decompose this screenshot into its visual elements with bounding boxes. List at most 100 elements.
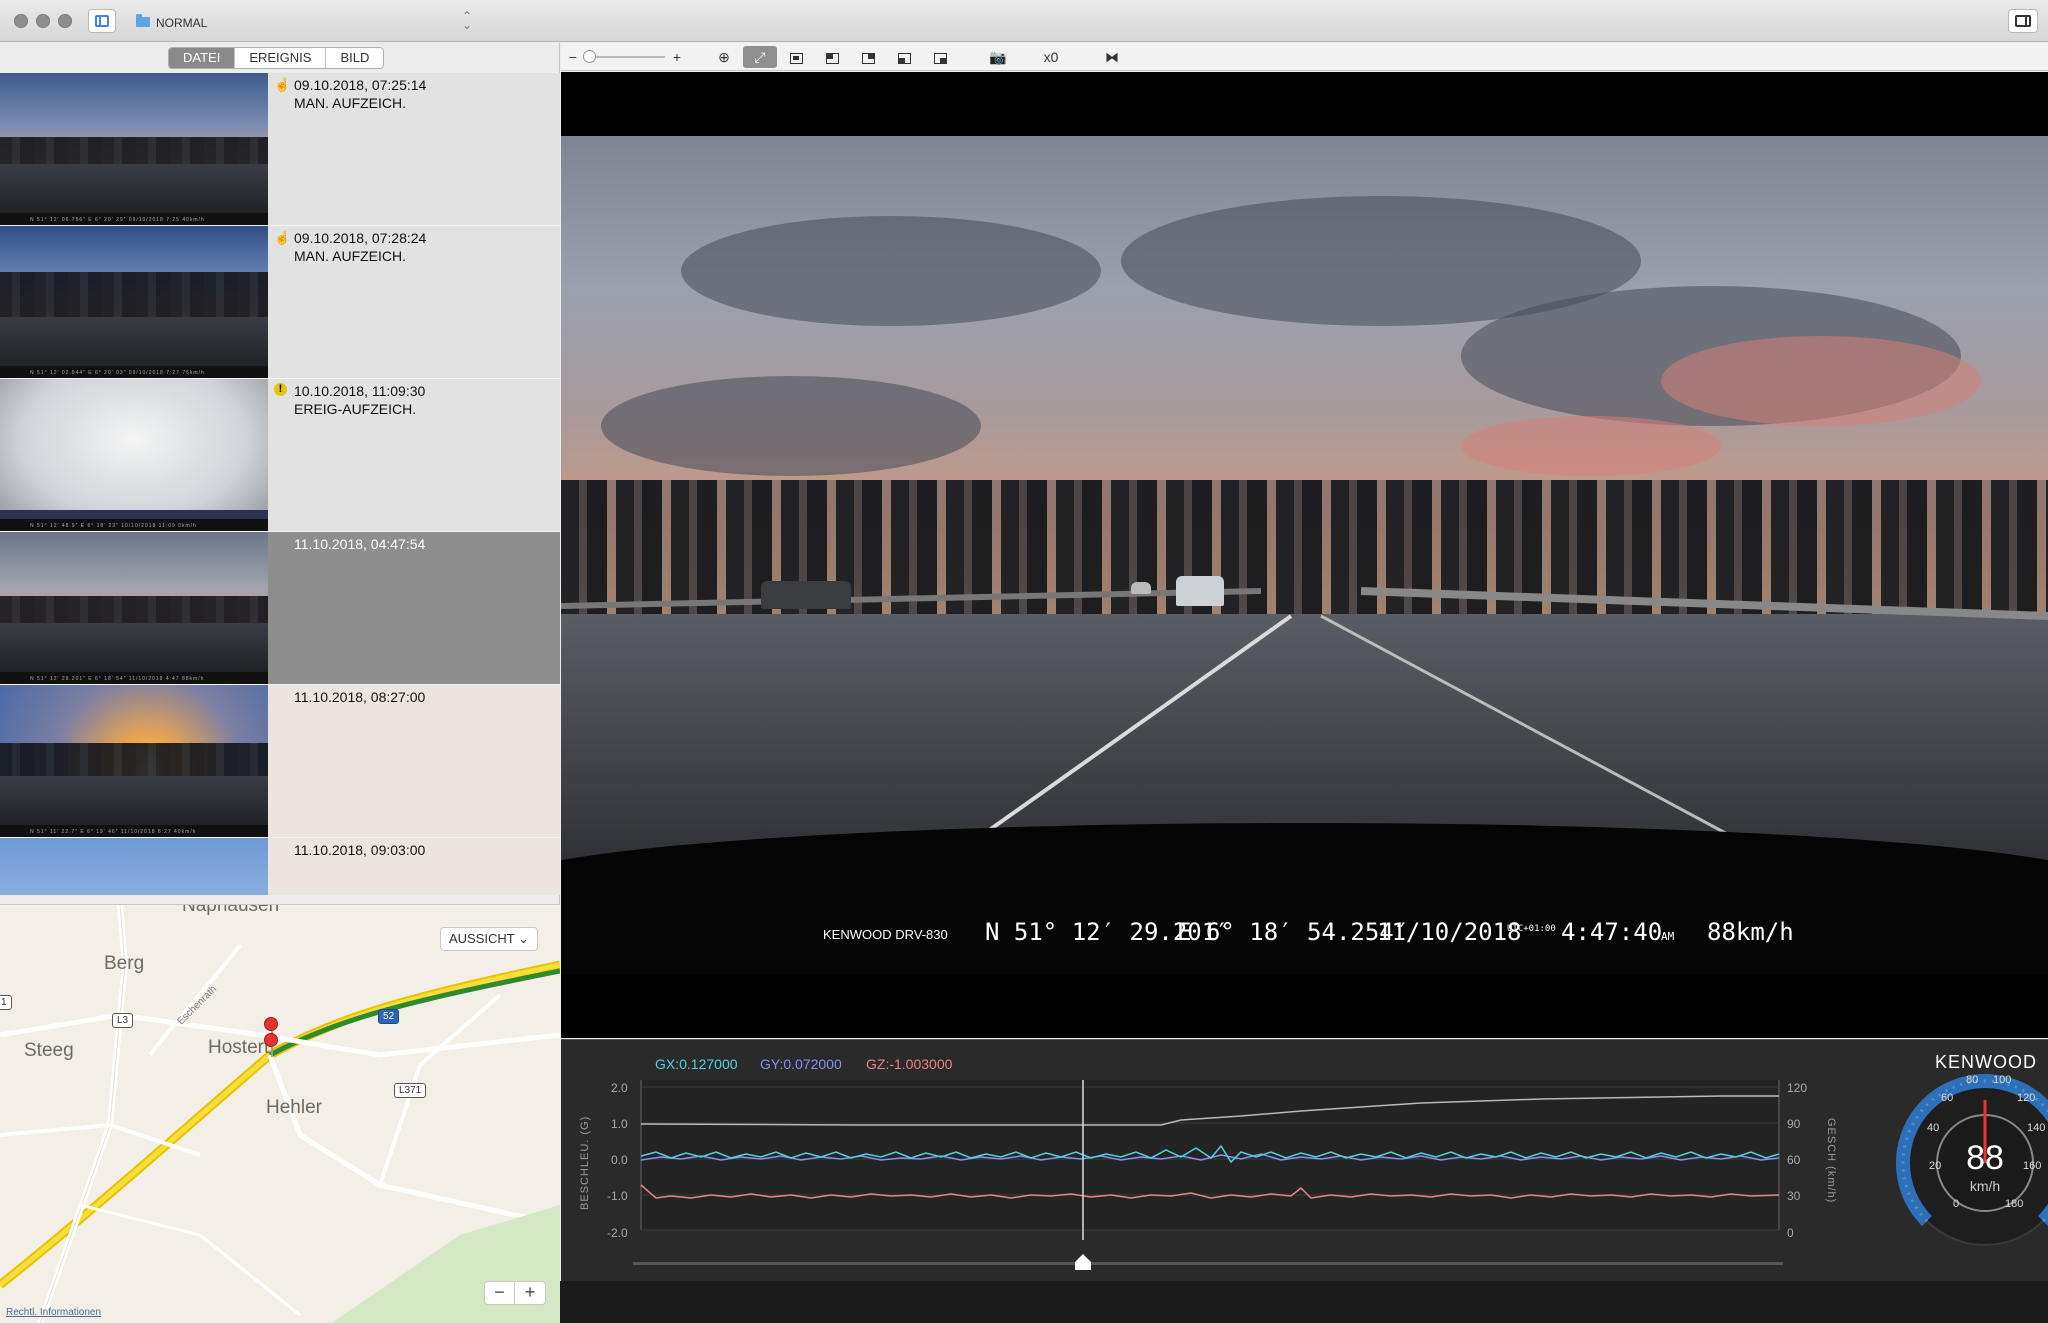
recording-list: N 51° 12′ 06.756″ E 6° 20′ 29″ 09/10/201… <box>0 73 560 895</box>
folder-select[interactable]: NORMAL <box>156 16 207 30</box>
list-item-type: MAN. AUFZEICH. <box>294 95 407 111</box>
fit-screen-button[interactable]: ⤢ <box>743 46 777 68</box>
map-view[interactable]: Naphausen Berg Steeg Hostert Hehler Esch… <box>0 904 560 1323</box>
list-item-date: 09.10.2018, 07:25:14 <box>294 77 427 93</box>
map-town-label: Hostert <box>208 1037 270 1058</box>
list-item-type: MAN. AUFZEICH. <box>294 248 407 264</box>
road-sign-52: 52 <box>378 1009 400 1024</box>
road-sign-l371: L371 <box>394 1083 427 1098</box>
gauge-brand-logo: KENWOOD <box>1934 1052 2037 1072</box>
title-bar: NORMAL ⌃ ⌄ <box>0 0 2048 42</box>
list-item[interactable]: N 51° 12′ 48.9″ E 6° 18′ 23″ 10/10/2018 … <box>0 379 560 532</box>
playback-speed-button[interactable]: x0 <box>1031 46 1071 68</box>
gauge-tick: 0 <box>1953 1198 1960 1210</box>
panel-icon <box>2015 15 2031 27</box>
sidebar-toggle-button[interactable] <box>88 9 116 33</box>
tab-ereignis[interactable]: EREIGNIS <box>235 48 327 68</box>
gauge-tick: 100 <box>1993 1074 2012 1086</box>
zoom-slider-knob[interactable] <box>583 50 596 63</box>
osd-utc: UTC+01:00 <box>1507 924 1556 934</box>
playhead-handle[interactable] <box>1075 1254 1091 1270</box>
gauge-speed-unit: km/h <box>1969 1178 2001 1194</box>
thumbnail <box>0 838 268 895</box>
zoom-window-button[interactable] <box>58 14 72 28</box>
car <box>761 581 851 609</box>
gauge-tick: 120 <box>2017 1092 2036 1104</box>
thumbnail: N 51° 12′ 29.201″ E 6° 18′ 54″ 11/10/201… <box>0 532 268 684</box>
snapshot-button[interactable]: 📷 <box>981 46 1015 68</box>
gauge-tick: 40 <box>1927 1122 1940 1134</box>
map-view-button[interactable]: AUSSICHT ⌄ <box>439 927 538 951</box>
layout-bottomright-button[interactable] <box>923 46 957 68</box>
layout-topright-icon <box>861 52 875 64</box>
hand-icon: ☝ <box>274 230 291 245</box>
mirror-button[interactable]: ⧓ <box>1095 46 1129 68</box>
player-toolbar: − + ⊕ ⤢ 📷 x0 ⧓ <box>561 43 2048 71</box>
updown-chevron-icon[interactable]: ⌃ ⌄ <box>462 10 472 31</box>
gauge-tick: 80 <box>1966 1074 1979 1086</box>
camera-icon: 📷 <box>989 49 1007 65</box>
app-window: NORMAL ⌃ ⌄ DATEI EREIGNIS BILD N 51° 12′ … <box>0 0 2048 1323</box>
list-item-date: 09.10.2018, 07:28:24 <box>294 230 427 246</box>
layout-topleft-button[interactable] <box>815 46 849 68</box>
map-town-label: Steeg <box>24 1040 74 1061</box>
car <box>1176 576 1224 606</box>
layout-bottomleft-icon <box>897 52 911 64</box>
warning-icon: ! <box>274 383 287 396</box>
tab-bild[interactable]: BILD <box>326 48 383 68</box>
list-item-date: 11.10.2018, 04:47:54 <box>294 536 426 552</box>
osd-time: 4:47:40 <box>1561 918 1663 946</box>
map-zoom-in-button[interactable]: + <box>515 1282 545 1304</box>
list-filter-tabs: DATEI EREIGNIS BILD <box>168 47 385 69</box>
layout-bottomleft-button[interactable] <box>887 46 921 68</box>
gauge-tick: 180 <box>2005 1198 2024 1210</box>
legal-info-link[interactable]: Rechtl. Informationen <box>6 1307 101 1318</box>
list-item-date: 10.10.2018, 11:09:30 <box>294 383 426 399</box>
thumbnail: N 51° 12′ 48.9″ E 6° 18′ 23″ 10/10/2018 … <box>0 379 268 531</box>
list-item-date: 11.10.2018, 08:27:00 <box>294 689 426 705</box>
timeline-track[interactable] <box>633 1262 1783 1265</box>
video-frame <box>561 136 2048 974</box>
gauge-tick: 160 <box>2023 1160 2042 1172</box>
minimize-window-button[interactable] <box>36 14 50 28</box>
list-item-selected[interactable]: N 51° 12′ 29.201″ E 6° 18′ 54″ 11/10/201… <box>0 532 560 685</box>
layout-topright-button[interactable] <box>851 46 885 68</box>
road-sign: 1 <box>0 995 12 1010</box>
thumbnail: N 51° 12′ 02.944″ E 6° 20′ 03″ 09/10/201… <box>0 226 268 378</box>
osd-speed: 88km/h <box>1707 918 1794 946</box>
list-item[interactable]: N 51° 12′ 02.944″ E 6° 20′ 03″ 09/10/201… <box>0 226 560 379</box>
list-item[interactable]: 11.10.2018, 09:03:00 <box>0 838 560 895</box>
layout-bottomright-icon <box>933 52 947 64</box>
list-item[interactable]: N 51° 11′ 22.7″ E 6° 19′ 46″ 11/10/2018 … <box>0 685 560 838</box>
layout-full-icon <box>789 52 803 64</box>
sensor-graph-panel: GX:0.127000 GY:0.072000 GZ:-1.003000 BES… <box>561 1039 2048 1281</box>
video-player[interactable]: KENWOOD DRV-830 N 51° 12′ 29.201″ E 6° 1… <box>561 72 2048 1038</box>
list-item-date: 11.10.2018, 09:03:00 <box>294 842 426 858</box>
osd-date: 11/10/2018 <box>1377 918 1522 946</box>
fit-screen-icon: ⤢ <box>754 49 766 65</box>
zoom-in-button[interactable]: + <box>669 46 685 68</box>
right-panel-toggle-button[interactable] <box>2008 9 2038 33</box>
osd-brand: KENWOOD DRV-830 <box>823 927 948 942</box>
layout-full-button[interactable] <box>779 46 813 68</box>
map-zoom-control: − + <box>484 1281 546 1305</box>
location-pin-icon[interactable] <box>264 1033 278 1057</box>
gauge-speed-value: 88 <box>1966 1139 2004 1177</box>
list-item[interactable]: N 51° 12′ 06.756″ E 6° 20′ 29″ 09/10/201… <box>0 73 560 226</box>
close-window-button[interactable] <box>14 14 28 28</box>
zoom-out-button[interactable]: − <box>565 46 581 68</box>
thumbnail: N 51° 12′ 06.756″ E 6° 20′ 29″ 09/10/201… <box>0 73 268 225</box>
sidebar-icon <box>95 15 109 27</box>
map-zoom-out-button[interactable]: − <box>485 1282 515 1304</box>
road-sign-l3: L3 <box>112 1013 134 1028</box>
folder-icon <box>136 14 150 27</box>
location-pin-icon[interactable] <box>264 1017 278 1041</box>
map-town-label: Hehler <box>266 1097 322 1118</box>
file-browser-panel: DATEI EREIGNIS BILD N 51° 12′ 06.756″ E … <box>0 43 560 1323</box>
sensor-graph[interactable] <box>561 1040 2048 1282</box>
gauge-tick: 20 <box>1929 1160 1942 1172</box>
magnifier-button[interactable]: ⊕ <box>707 46 741 68</box>
gauge-tick: 60 <box>1941 1092 1954 1104</box>
zoom-slider[interactable] <box>589 56 665 58</box>
tab-datei[interactable]: DATEI <box>169 48 236 68</box>
